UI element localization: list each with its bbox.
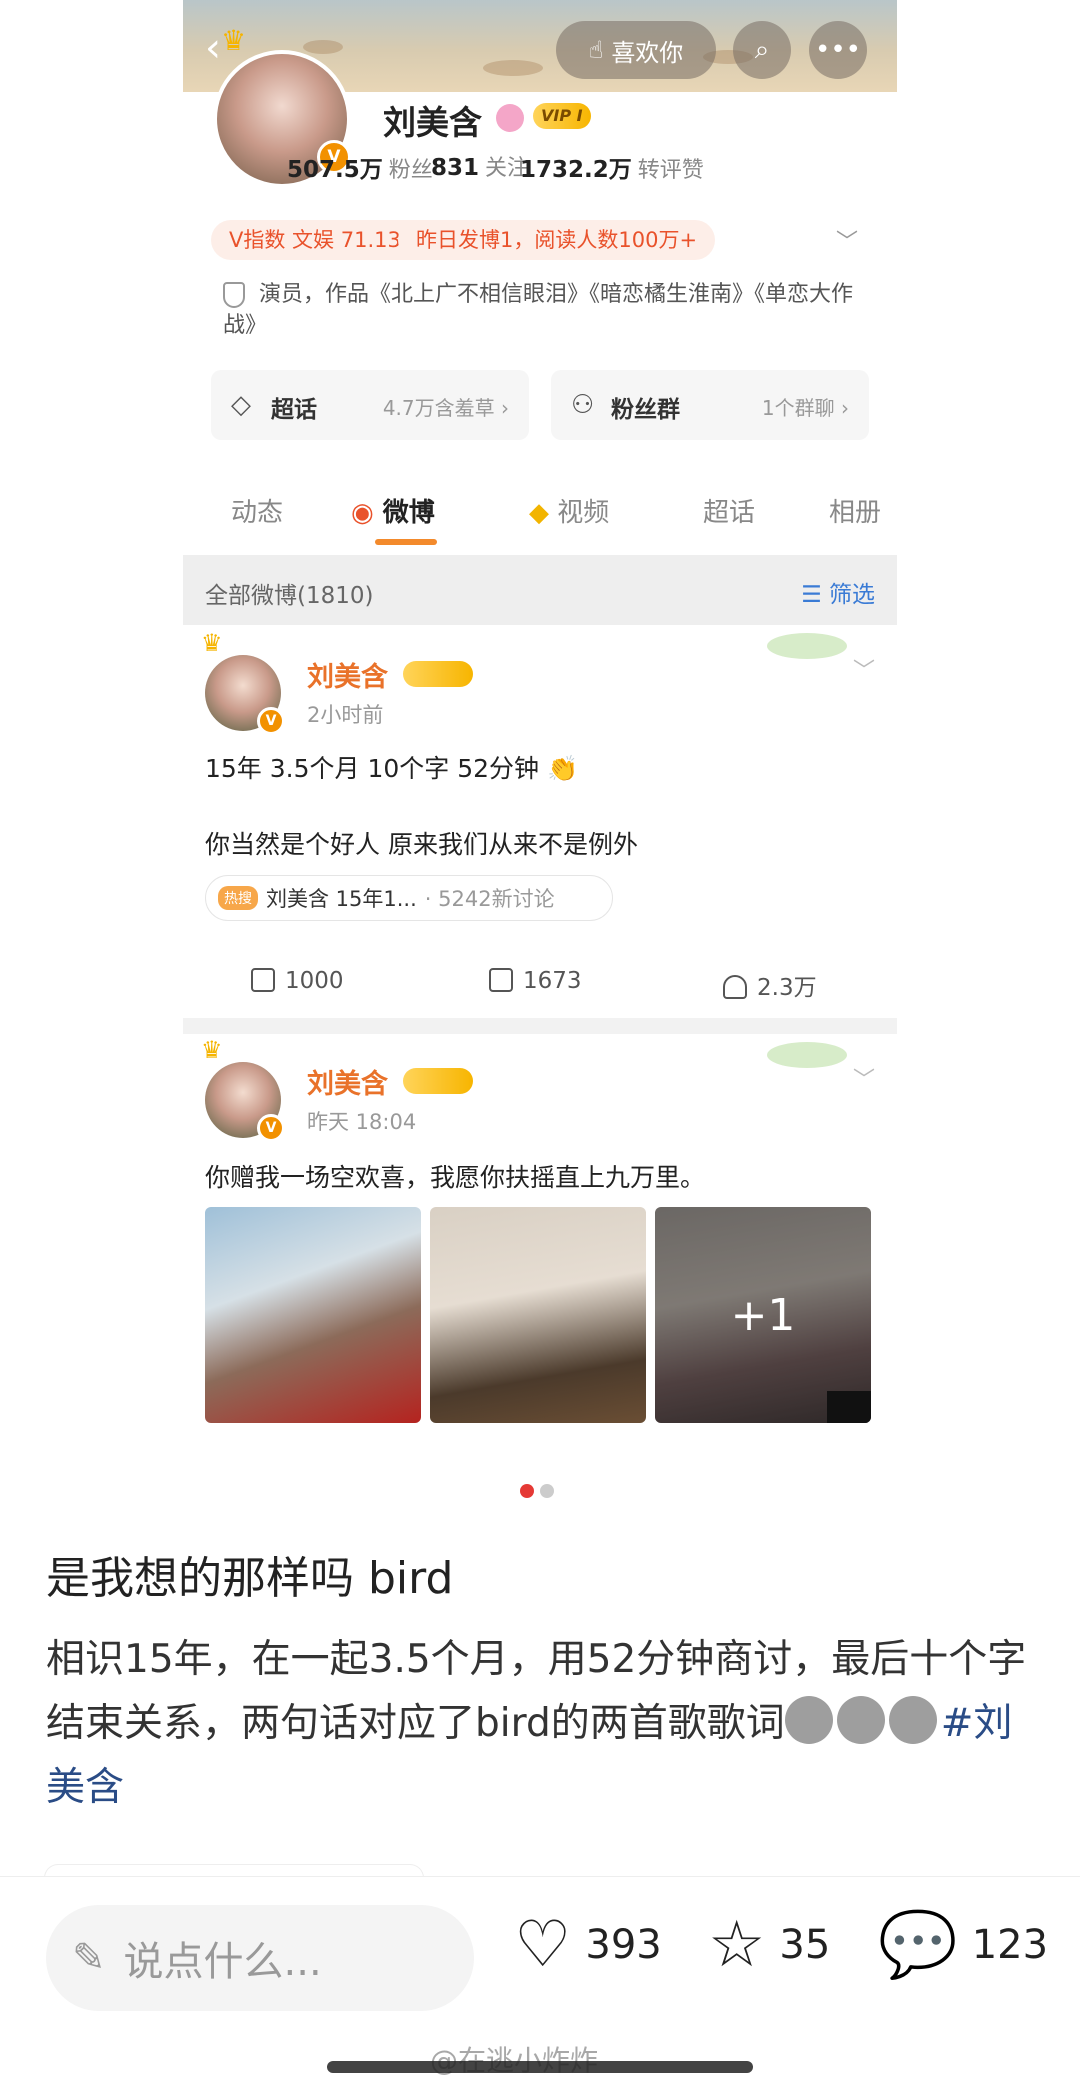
repost-button[interactable]: 1000: [251, 968, 344, 994]
repost-icon: [251, 968, 275, 992]
hot-topic-chip[interactable]: 热搜 刘美含 15年1... · 5242新讨论: [205, 875, 613, 921]
note-body: 相识15年，在一起3.5个月，用52分钟商讨，最后十个字结束关系，两句话对应了b…: [46, 1637, 1027, 1810]
home-indicator[interactable]: [327, 2061, 753, 2073]
pager-dot-active[interactable]: [520, 1484, 534, 1498]
post-time: 昨天 18:04: [307, 1110, 417, 1134]
group-icon: ⚇: [571, 390, 595, 420]
super-topic-label: 超话: [271, 397, 317, 423]
decoration-leaf: [767, 1042, 847, 1068]
vip-crown-badge: [403, 661, 473, 687]
tab-weibo[interactable]: ◉ 微博: [351, 492, 435, 529]
image-pager[interactable]: [520, 1484, 554, 1498]
favorite-count-button[interactable]: ☆ 35: [708, 1913, 830, 1977]
tab-super-topic[interactable]: 超话: [703, 492, 755, 529]
search-icon[interactable]: ⌕: [733, 21, 791, 79]
post-card[interactable]: ♛ V 刘美含 2小时前 ﹀ 15年 3.5个月 10个字 52分钟 👏 你当然…: [183, 625, 897, 1018]
crown-icon: ♛: [201, 629, 223, 657]
banner-texture: [483, 60, 543, 76]
super-topic-card[interactable]: ◇ 超话 4.7万含羞草 ›: [211, 370, 529, 440]
member-badge-icon[interactable]: [496, 104, 524, 132]
tab-video[interactable]: ◆ 视频: [529, 492, 609, 529]
vip-crown-badge: [403, 1068, 473, 1094]
stat-followers[interactable]: 507.5万 粉丝: [287, 150, 433, 184]
post-author[interactable]: 刘美含: [307, 1062, 388, 1101]
watermark: @在逃小炸炸: [430, 2039, 598, 2079]
yesterday-posts-pill[interactable]: 昨日发博1，阅读人数100万+: [398, 220, 716, 260]
post-text: 15年 3.5个月 10个字 52分钟 👏: [205, 754, 579, 783]
crown-icon: ♛: [221, 24, 247, 57]
filter-icon: ☰: [801, 582, 829, 608]
divider: [183, 1018, 897, 1034]
filter-bar: 全部微博(1810) ☰ 筛选: [183, 555, 897, 625]
pencil-icon: ✎: [72, 1935, 106, 1981]
hot-search-tag: 热搜: [218, 886, 258, 910]
post-photo[interactable]: [205, 1207, 421, 1423]
post-avatar[interactable]: ♛ V: [201, 1036, 285, 1142]
more-icon[interactable]: •••: [809, 21, 867, 79]
crown-icon: ♛: [201, 1036, 223, 1064]
profile-name: 刘美含: [383, 103, 482, 142]
diamond-icon: ◇: [231, 390, 251, 420]
chevron-down-icon[interactable]: ﹀: [853, 1062, 875, 1094]
tab-album[interactable]: 相册: [829, 492, 881, 529]
comment-placeholder: 说点什么...: [123, 1939, 322, 1985]
screenshot-card: ‹ ☝ 喜欢你 ⌕ ••• ♛ V 刘美含 VIP I 507.5万 粉丝 831…: [183, 0, 897, 1430]
comment-icon: [489, 968, 513, 992]
post-author[interactable]: 刘美含: [307, 655, 388, 694]
emoji-icon: [784, 1696, 833, 1744]
post-time: 2小时前: [307, 703, 384, 727]
thumbs-up-icon: [723, 975, 747, 999]
banner-texture: [303, 40, 343, 54]
bottom-action-bar: ✎ 说点什么... ♡ 393 ☆ 35 💬 123 @在逃小炸炸: [0, 1876, 1080, 2097]
comment-count-button[interactable]: 💬 123: [878, 1913, 1048, 1977]
emoji-icon: [836, 1696, 885, 1744]
like-count-button[interactable]: ♡ 393: [514, 1913, 662, 1977]
verified-badge-icon: V: [257, 1114, 285, 1142]
decoration-leaf: [767, 633, 847, 659]
like-follow-button[interactable]: ☝ 喜欢你: [556, 21, 716, 79]
filter-button[interactable]: ☰ 筛选: [801, 575, 875, 609]
pager-dot[interactable]: [540, 1484, 554, 1498]
super-topic-sub: 4.7万含羞草 ›: [382, 396, 509, 420]
fan-group-card[interactable]: ⚇ 粉丝群 1个群聊 ›: [551, 370, 869, 440]
fan-group-label: 粉丝群: [611, 397, 680, 423]
profile-bio: 演员，作品《北上广不相信眼泪》《暗恋橘生淮南》《单恋大作战》: [223, 282, 854, 338]
chat-bubble-icon: 💬: [878, 1908, 958, 1982]
active-tab-indicator: [375, 539, 437, 545]
corner-marker: [827, 1391, 871, 1423]
hand-icon: ☝: [588, 36, 604, 64]
post-count: 全部微博(1810): [205, 583, 374, 609]
post-text: 你赠我一场空欢喜，我愿你扶摇直上九万里。: [205, 1163, 706, 1192]
post-text: 你当然是个好人 原来我们从来不是例外: [205, 830, 638, 859]
verified-badge-icon: V: [257, 707, 285, 735]
like-button-label: 喜欢你: [611, 38, 684, 67]
topic-meta: · 5242新讨论: [424, 887, 555, 911]
star-icon: ☆: [708, 1908, 766, 1982]
chevron-down-icon[interactable]: ﹀: [836, 224, 858, 256]
comment-input[interactable]: ✎ 说点什么...: [46, 1905, 474, 2011]
post-photo[interactable]: +1: [655, 1207, 871, 1423]
vip-badge[interactable]: VIP I: [533, 103, 591, 129]
post-photo[interactable]: [430, 1207, 646, 1423]
emoji-icon: [888, 1696, 937, 1744]
stat-interactions[interactable]: 1732.2万 转评赞: [520, 150, 704, 184]
like-button[interactable]: 2.3万: [723, 968, 817, 1002]
comment-button[interactable]: 1673: [489, 968, 582, 994]
heart-icon: ♡: [514, 1908, 572, 1982]
weibo-icon: ◉: [351, 498, 383, 528]
note-title: 是我想的那样吗 bird: [46, 1553, 454, 1604]
post-avatar[interactable]: ♛ V: [201, 629, 285, 735]
stat-following[interactable]: 831 关注: [431, 150, 529, 182]
video-icon: ◆: [529, 498, 558, 528]
fan-group-sub: 1个群聊 ›: [761, 396, 849, 420]
tab-feed[interactable]: 动态: [231, 492, 283, 529]
chevron-down-icon[interactable]: ﹀: [853, 653, 875, 685]
topic-text: 刘美含 15年1...: [266, 887, 417, 911]
